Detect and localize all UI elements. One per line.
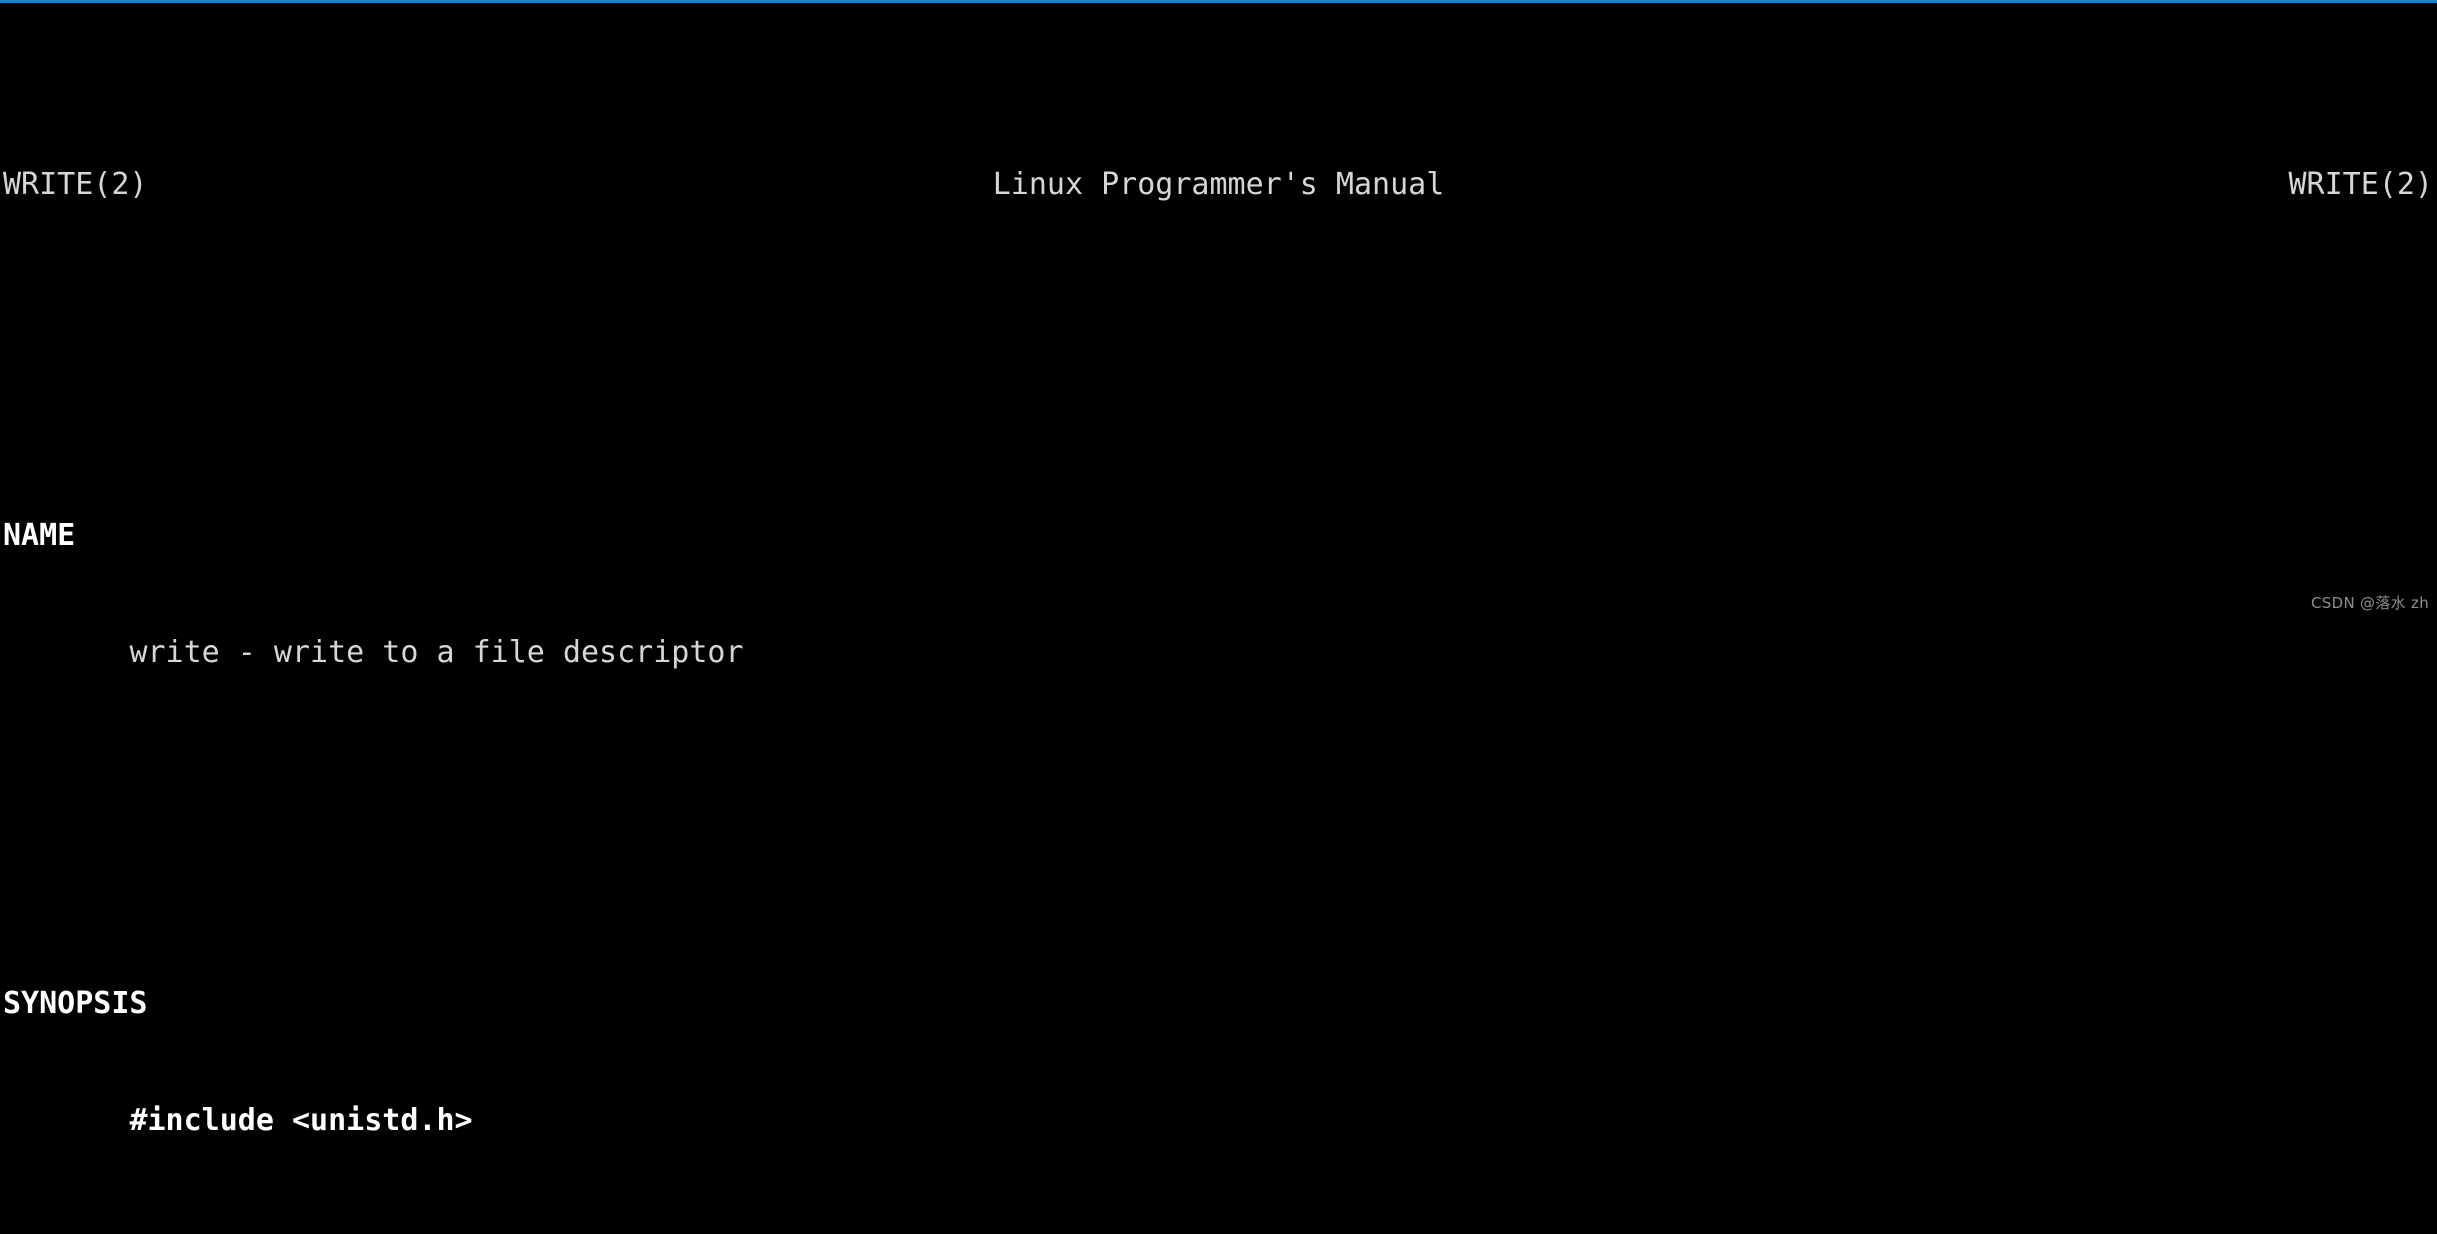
section-heading-name: NAME — [0, 516, 2437, 555]
terminal-output: WRITE(2) Linux Programmer's Manual WRITE… — [0, 3, 2437, 1138]
synopsis-include-line: #include <unistd.h> — [0, 1101, 2437, 1140]
section-heading-synopsis: SYNOPSIS — [0, 984, 2437, 1023]
header-right-title: WRITE(2) — [2288, 167, 2434, 202]
manpage-screenshot: WRITE(2) Linux Programmer's Manual WRITE… — [0, 0, 2437, 1138]
header-center-title: Linux Programmer's Manual — [992, 167, 1445, 202]
manpage-header: WRITE(2) Linux Programmer's Manual WRITE… — [0, 165, 2437, 204]
name-heading-label: NAME — [3, 518, 76, 553]
synopsis-heading-label: SYNOPSIS — [3, 986, 148, 1021]
csdn-watermark: CSDN @落水 zh — [2311, 594, 2429, 612]
include-directive-text: #include <unistd.h> — [129, 1103, 473, 1138]
name-body-text: write - write to a file descriptor — [129, 635, 744, 670]
name-body-line: write - write to a file descriptor — [0, 633, 2437, 672]
